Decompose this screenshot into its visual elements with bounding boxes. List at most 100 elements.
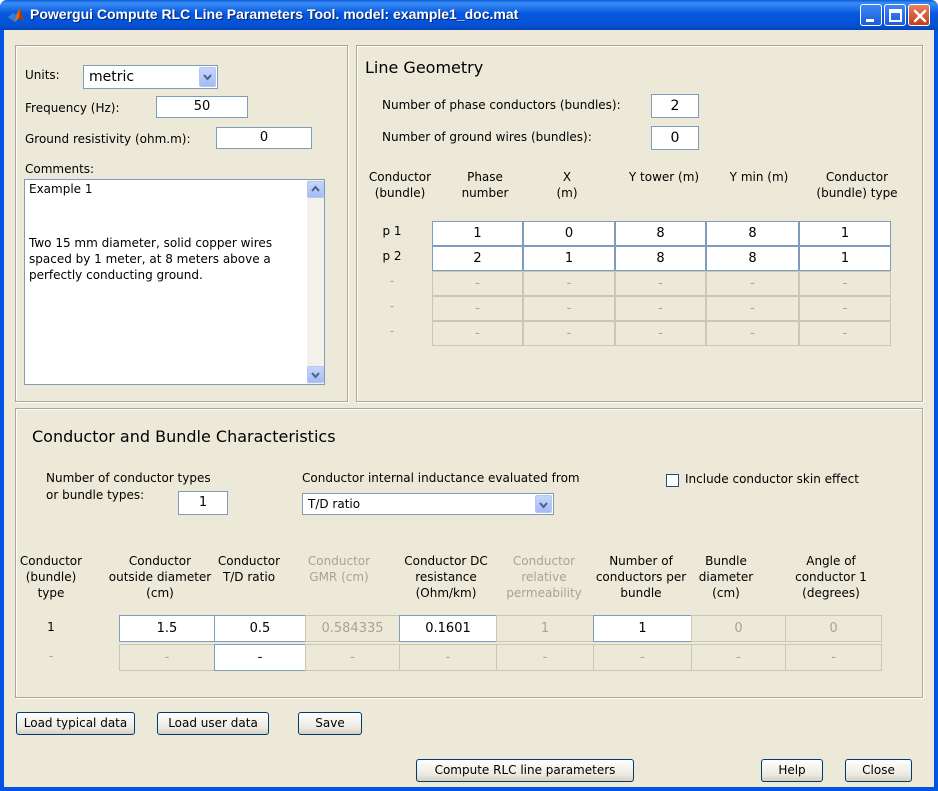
ground-wires-label: Number of ground wires (bundles): xyxy=(382,130,592,144)
matlab-logo-icon xyxy=(8,8,24,22)
help-button[interactable]: Help xyxy=(761,759,823,782)
conductor-cell: - xyxy=(305,644,400,671)
chevron-down-icon[interactable] xyxy=(199,67,216,87)
maximize-icon xyxy=(889,9,902,22)
geometry-row-label: p 2 xyxy=(382,249,402,263)
geometry-cell: - xyxy=(615,296,706,321)
conductor-header: Angle of conductor 1 (degrees) xyxy=(795,554,867,600)
conductor-header: Conductor DC resistance (Ohm/km) xyxy=(404,554,488,600)
ground-resistivity-label: Ground resistivity (ohm.m): xyxy=(25,132,191,146)
geometry-cell[interactable]: 8 xyxy=(706,221,799,246)
geometry-cell: - xyxy=(432,271,523,296)
conductor-cell: - xyxy=(496,644,594,671)
settings-panel: Units: metric Frequency (Hz): 50 Ground … xyxy=(15,45,348,402)
conductor-cell: - xyxy=(785,644,882,671)
geometry-cell: - xyxy=(799,321,891,346)
geometry-cell: - xyxy=(706,296,799,321)
minimize-icon xyxy=(866,19,874,22)
conductor-cell[interactable]: 0.5 xyxy=(214,615,306,642)
conductor-cell: - xyxy=(399,644,497,671)
close-window-button[interactable] xyxy=(908,4,930,26)
conductor-cell[interactable]: - xyxy=(214,644,306,671)
conductor-cell[interactable]: 0.1601 xyxy=(399,615,497,642)
conductor-row-label: 1 xyxy=(47,620,55,634)
conductor-types-label-1: Number of conductor types xyxy=(46,471,211,485)
scroll-up-icon[interactable] xyxy=(307,181,324,198)
conductor-cell: 0.584335 xyxy=(305,615,400,642)
conductor-cell: - xyxy=(593,644,692,671)
title-bar[interactable]: Powergui Compute RLC Line Parameters Too… xyxy=(0,0,938,30)
ground-wires-input[interactable]: 0 xyxy=(651,126,699,150)
phase-conductors-input[interactable]: 2 xyxy=(651,94,699,118)
geometry-cell: - xyxy=(432,321,523,346)
app-window: Powergui Compute RLC Line Parameters Too… xyxy=(0,0,938,791)
geometry-cell: - xyxy=(432,296,523,321)
units-label: Units: xyxy=(25,68,60,82)
conductor-types-input[interactable]: 1 xyxy=(178,491,228,515)
phase-conductors-label: Number of phase conductors (bundles): xyxy=(382,98,621,112)
line-geometry-title: Line Geometry xyxy=(365,58,484,77)
close-icon xyxy=(913,9,927,23)
geometry-cell: - xyxy=(523,321,615,346)
geometry-header-x: X (m) xyxy=(556,170,578,200)
conductor-cell: 0 xyxy=(691,615,786,642)
conductor-header: Bundle diameter (cm) xyxy=(698,554,754,600)
geometry-cell[interactable]: 1 xyxy=(523,246,615,271)
load-typical-data-button[interactable]: Load typical data xyxy=(16,712,135,735)
window-title: Powergui Compute RLC Line Parameters Too… xyxy=(30,6,519,22)
minimize-button[interactable] xyxy=(860,4,882,26)
geometry-header-conductor: Conductor (bundle) xyxy=(368,170,432,200)
conductor-cell[interactable]: 1.5 xyxy=(119,615,215,642)
geometry-cell[interactable]: 1 xyxy=(799,221,891,246)
ground-resistivity-input[interactable]: 0 xyxy=(216,127,312,149)
comments-line2: Two 15 mm diameter, solid copper wires s… xyxy=(29,236,273,282)
conductor-types-label-2: or bundle types: xyxy=(46,488,145,502)
geometry-cell[interactable]: 1 xyxy=(799,246,891,271)
client-area: Units: metric Frequency (Hz): 50 Ground … xyxy=(4,30,934,787)
comments-textarea[interactable]: Example 1 Two 15 mm diameter, solid copp… xyxy=(24,179,325,385)
geometry-cell[interactable]: 8 xyxy=(615,221,706,246)
compute-rlc-button[interactable]: Compute RLC line parameters xyxy=(416,759,634,782)
conductor-cell[interactable]: 1 xyxy=(593,615,692,642)
conductor-cell: - xyxy=(119,644,215,671)
comments-scrollbar[interactable] xyxy=(307,180,324,384)
load-user-data-button[interactable]: Load user data xyxy=(157,712,269,735)
line-geometry-panel: Line Geometry Number of phase conductors… xyxy=(356,45,923,402)
geometry-cell[interactable]: 1 xyxy=(432,221,523,246)
geometry-cell[interactable]: 2 xyxy=(432,246,523,271)
chevron-down-icon[interactable] xyxy=(535,495,552,513)
geometry-cell: - xyxy=(799,296,891,321)
units-value: metric xyxy=(89,69,135,85)
inductance-value: T/D ratio xyxy=(308,497,361,511)
comments-line1: Example 1 xyxy=(29,182,93,196)
inductance-label: Conductor internal inductance evaluated … xyxy=(302,471,580,485)
inductance-dropdown[interactable]: T/D ratio xyxy=(302,493,554,515)
conductor-cell: 0 xyxy=(785,615,882,642)
close-button[interactable]: Close xyxy=(845,759,912,782)
geometry-cell: - xyxy=(799,271,891,296)
conductor-header: Conductor (bundle) type xyxy=(19,554,83,600)
geometry-row-label: - xyxy=(389,324,395,338)
comments-label: Comments: xyxy=(25,162,95,176)
geometry-cell[interactable]: 0 xyxy=(523,221,615,246)
skin-effect-checkbox[interactable] xyxy=(666,474,679,487)
skin-effect-label: Include conductor skin effect xyxy=(685,472,859,486)
maximize-button[interactable] xyxy=(884,4,906,26)
save-button[interactable]: Save xyxy=(298,712,362,735)
conductor-header: Conductor relative permeability xyxy=(506,554,582,600)
geometry-cell: - xyxy=(615,271,706,296)
frequency-label: Frequency (Hz): xyxy=(25,101,120,115)
conductor-cell: 1 xyxy=(496,615,594,642)
geometry-row-label: - xyxy=(389,274,395,288)
geometry-cell[interactable]: 8 xyxy=(615,246,706,271)
conductor-title: Conductor and Bundle Characteristics xyxy=(32,427,336,446)
conductor-row-label: - xyxy=(48,649,54,663)
geometry-header-type: Conductor (bundle) type xyxy=(816,170,898,200)
scroll-down-icon[interactable] xyxy=(307,366,324,383)
frequency-input[interactable]: 50 xyxy=(156,96,248,118)
geometry-cell[interactable]: 8 xyxy=(706,246,799,271)
conductor-header: Number of conductors per bundle xyxy=(595,554,687,600)
geometry-row-label: - xyxy=(389,299,395,313)
geometry-cell: - xyxy=(615,321,706,346)
units-dropdown[interactable]: metric xyxy=(83,65,218,89)
